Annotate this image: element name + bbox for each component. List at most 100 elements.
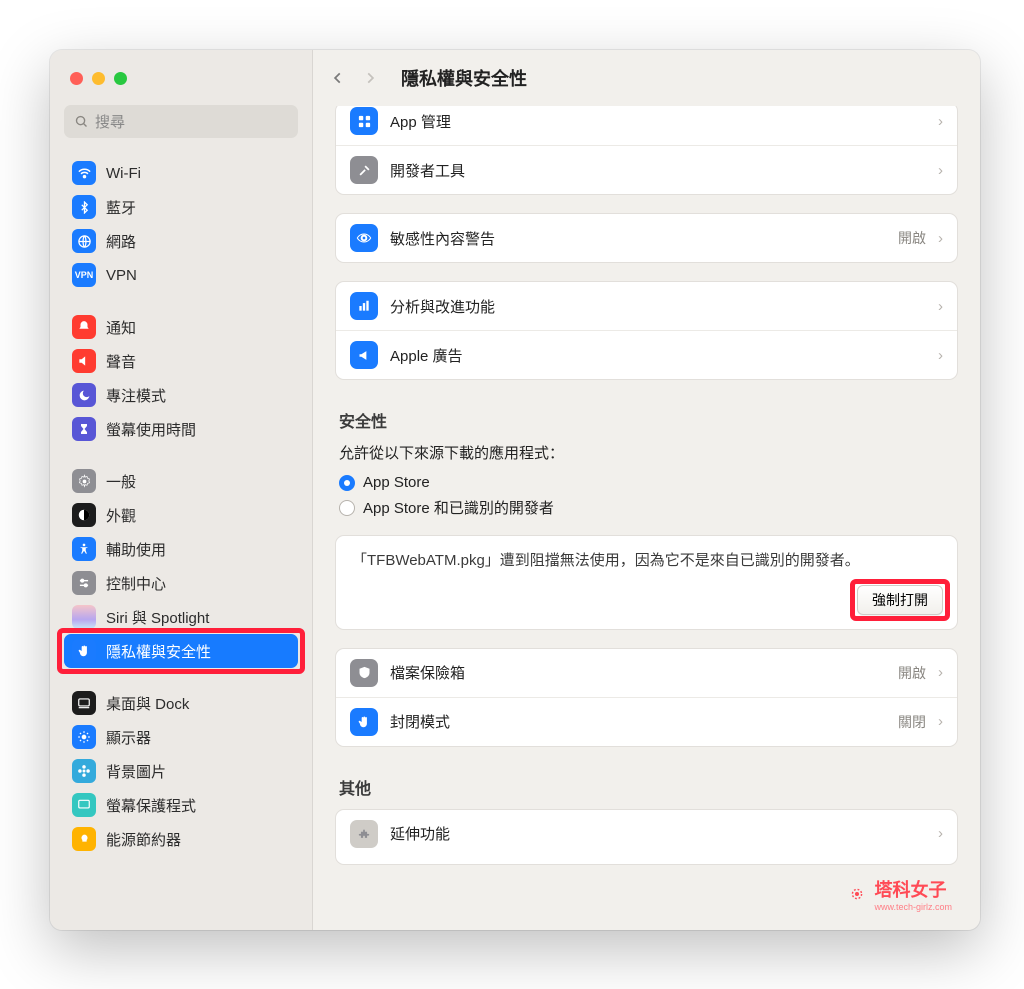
nav-back-button[interactable] [331,69,345,87]
row-status: 開啟 [898,228,926,248]
row-developer-tools[interactable]: 開發者工具 › [336,145,957,194]
chevron-right-icon: › [938,347,943,364]
eye-icon [350,224,378,252]
row-apple-ads[interactable]: Apple 廣告 › [336,330,957,379]
sidebar-item-focus[interactable]: 專注模式 [64,378,298,412]
radio-app-store[interactable]: App Store [339,471,954,494]
chevron-right-icon: › [938,825,943,842]
row-label: 分析與改進功能 [390,296,926,317]
section-header-other: 其他 [339,775,954,799]
speaker-icon [72,349,96,373]
sidebar-item-label: 螢幕保護程式 [106,795,196,816]
watermark: 塔科女子 www.tech-girlz.com [846,876,952,912]
sun-icon [72,725,96,749]
vpn-icon: VPN [72,263,96,287]
card-analytics: 分析與改進功能 › Apple 廣告 › [335,281,958,380]
sidebar-item-label: 聲音 [106,351,136,372]
search-placeholder: 搜尋 [95,111,125,132]
allow-apps-block: 允許從以下來源下載的應用程式： App Store App Store 和已識別… [335,442,958,521]
sidebar: 搜尋 Wi-Fi 藍牙 網路 VPNVPN 通知 聲音 專注模式 螢幕使用時間 … [50,50,312,930]
row-analytics[interactable]: 分析與改進功能 › [336,282,957,330]
chevron-right-icon: › [938,664,943,681]
toolbar: 隱私權與安全性 [313,50,980,106]
radio-bullet [339,500,355,516]
radio-identified-devs[interactable]: App Store 和已識別的開發者 [339,494,954,521]
sidebar-item-label: 螢幕使用時間 [106,419,196,440]
sidebar-item-screensaver[interactable]: 螢幕保護程式 [64,788,298,822]
sidebar-item-vpn[interactable]: VPNVPN [64,258,298,292]
sidebar-item-label: 桌面與 Dock [106,693,189,714]
vault-icon [350,659,378,687]
radio-label: App Store [363,474,430,491]
sidebar-item-label: 通知 [106,317,136,338]
nav-forward-button [363,69,377,87]
row-sensitive-content[interactable]: 敏感性內容警告 開啟 › [336,214,957,262]
sidebar-item-appearance[interactable]: 外觀 [64,498,298,532]
sidebar-item-wifi[interactable]: Wi-Fi [64,156,298,190]
force-open-button[interactable]: 強制打開 [857,585,943,615]
bell-icon [72,315,96,339]
sidebar-item-label: 隱私權與安全性 [106,641,211,662]
chevron-right-icon: › [938,713,943,730]
chevron-right-icon: › [938,113,943,130]
watermark-url: www.tech-girlz.com [874,902,952,912]
settings-window: 搜尋 Wi-Fi 藍牙 網路 VPNVPN 通知 聲音 專注模式 螢幕使用時間 … [50,50,980,930]
sidebar-item-notifications[interactable]: 通知 [64,310,298,344]
dock-icon [72,691,96,715]
row-label: Apple 廣告 [390,345,926,366]
sidebar-group-network: Wi-Fi 藍牙 網路 VPNVPN [64,156,298,292]
sidebar-item-desktop-dock[interactable]: 桌面與 Dock [64,686,298,720]
sidebar-item-label: 顯示器 [106,727,151,748]
row-label: App 管理 [390,111,926,132]
sidebar-item-privacy[interactable]: 隱私權與安全性 [64,634,298,668]
sidebar-item-label: 能源節約器 [106,829,181,850]
sidebar-item-control-center[interactable]: 控制中心 [64,566,298,600]
main-panel: 隱私權與安全性 App 管理 › 開發者工具 › 敏感性內容警告 [312,50,980,930]
row-extensions[interactable]: 延伸功能 › [336,810,957,858]
chevron-right-icon: › [938,162,943,179]
flower-icon [72,759,96,783]
fullscreen-window-button[interactable] [114,72,127,85]
row-label: 開發者工具 [390,160,926,181]
accessibility-icon [72,537,96,561]
sidebar-item-displays[interactable]: 顯示器 [64,720,298,754]
radio-bullet [339,475,355,491]
sidebar-item-accessibility[interactable]: 輔助使用 [64,532,298,566]
row-label: 敏感性內容警告 [390,228,886,249]
sidebar-item-label: Wi-Fi [106,165,141,182]
row-filevault[interactable]: 檔案保險箱 開啟 › [336,649,957,697]
row-status: 開啟 [898,663,926,683]
radio-label: App Store 和已識別的開發者 [363,497,554,518]
sidebar-item-network[interactable]: 網路 [64,224,298,258]
hourglass-icon [72,417,96,441]
sidebar-item-sound[interactable]: 聲音 [64,344,298,378]
chevron-right-icon: › [938,230,943,247]
sidebar-item-screentime[interactable]: 螢幕使用時間 [64,412,298,446]
minimize-window-button[interactable] [92,72,105,85]
sidebar-item-bluetooth[interactable]: 藍牙 [64,190,298,224]
sidebar-item-label: 一般 [106,471,136,492]
row-lockdown[interactable]: 封閉模式 關閉 › [336,697,957,746]
card-other: 延伸功能 › [335,809,958,865]
search-icon [74,114,89,129]
sidebar-item-general[interactable]: 一般 [64,464,298,498]
row-app-management[interactable]: App 管理 › [336,106,957,145]
row-label: 延伸功能 [390,823,926,844]
sidebar-item-siri[interactable]: Siri 與 Spotlight [64,600,298,634]
sidebar-item-label: 背景圖片 [106,761,166,782]
sidebar-item-wallpaper[interactable]: 背景圖片 [64,754,298,788]
blocked-app-message: 「TFBWebATM.pkg」遭到阻擋無法使用，因為它不是來自已識別的開發者。 [336,536,957,579]
sidebar-item-energy[interactable]: 能源節約器 [64,822,298,856]
grid-icon [350,107,378,135]
search-field[interactable]: 搜尋 [64,105,298,138]
sidebar-item-label: 專注模式 [106,385,166,406]
sidebar-item-label: 外觀 [106,505,136,526]
appearance-icon [72,503,96,527]
close-window-button[interactable] [70,72,83,85]
content-scroll: App 管理 › 開發者工具 › 敏感性內容警告 開啟 › [313,106,980,930]
allow-apps-label: 允許從以下來源下載的應用程式： [339,442,954,463]
hand-icon [72,639,96,663]
window-controls [70,72,127,85]
page-title: 隱私權與安全性 [401,65,527,91]
wifi-icon [72,161,96,185]
